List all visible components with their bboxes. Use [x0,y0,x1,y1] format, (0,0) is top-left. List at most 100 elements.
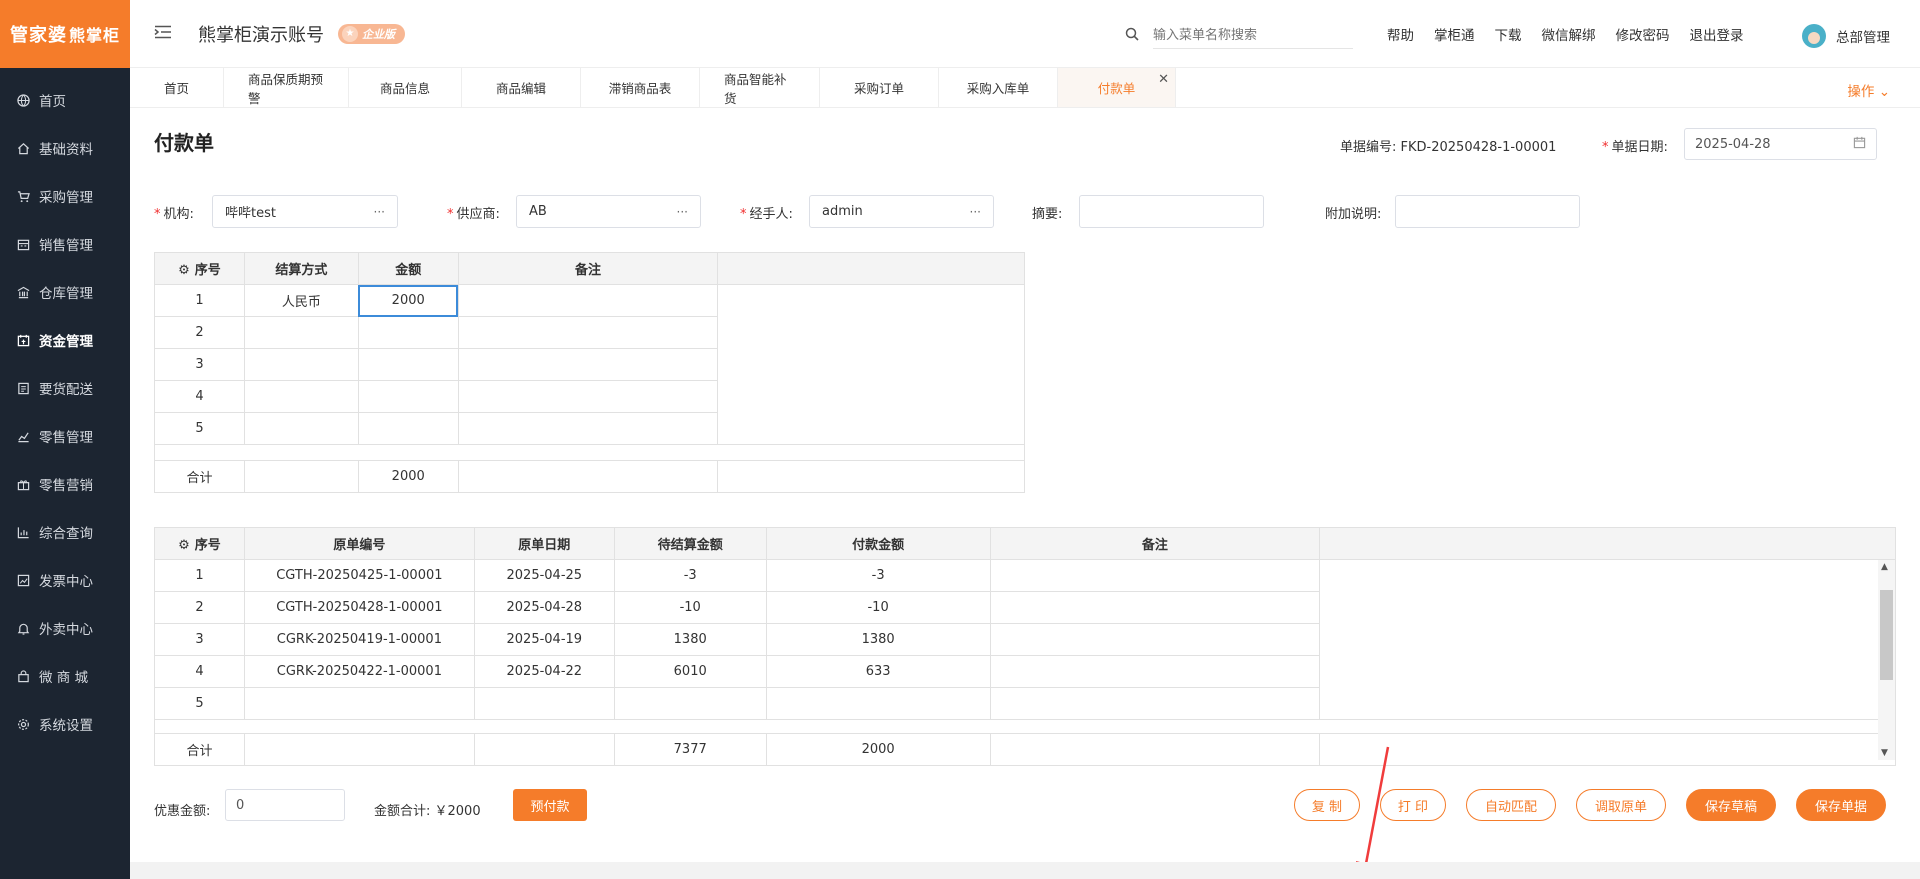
scrollbar-thumb[interactable] [1880,590,1893,680]
settle-method-cell[interactable] [243,412,359,445]
table-row[interactable]: 1 CGTH-20250425-1-00001 2025-04-25 -3 -3 [154,559,1896,592]
prepay-button[interactable]: 预付款 [513,789,587,821]
sidebar-item-sales[interactable]: 销售管理 [0,220,130,268]
table-row[interactable]: 2 [154,316,1025,349]
sidebar-item-takeout[interactable]: 外卖中心 [0,604,130,652]
tab-smart-restock[interactable]: 商品智能补货 [700,68,820,107]
help-link[interactable]: 帮助 [1387,24,1414,44]
column-header[interactable]: ⚙ 序号 [154,252,245,285]
table-row[interactable]: 5 [154,687,1896,720]
tab-slow-moving[interactable]: 滞销商品表 [581,68,700,107]
sidebar-item-warehouse[interactable]: 仓库管理 [0,268,130,316]
more-icon[interactable]: ··· [677,205,688,219]
sidebar-item-query[interactable]: 综合查询 [0,508,130,556]
more-icon[interactable]: ··· [970,205,981,219]
change-password-link[interactable]: 修改密码 [1616,24,1670,44]
table-row[interactable]: 4 CGRK-20250422-1-00001 2025-04-22 6010 … [154,655,1896,688]
download-link[interactable]: 下载 [1495,24,1522,44]
zhanggui-link[interactable]: 掌柜通 [1434,24,1475,44]
source-code-cell[interactable]: CGTH-20250428-1-00001 [243,591,475,624]
gear-icon[interactable]: ⚙ [178,538,190,553]
source-code-cell[interactable]: CGTH-20250425-1-00001 [243,559,475,592]
pay-amount-cell[interactable]: -10 [765,591,991,624]
table-row[interactable]: 3 [154,348,1025,381]
close-icon[interactable]: ✕ [1158,72,1169,87]
org-field[interactable]: 哔哔test ··· [212,195,398,228]
tab-product-info[interactable]: 商品信息 [349,68,462,107]
table-row[interactable]: 2 CGTH-20250428-1-00001 2025-04-28 -10 -… [154,591,1896,624]
handler-field[interactable]: admin ··· [809,195,994,228]
table-row[interactable]: 3 CGRK-20250419-1-00001 2025-04-19 1380 … [154,623,1896,656]
remark-cell[interactable] [989,623,1321,656]
column-header[interactable]: ⚙ 序号 [154,527,245,560]
logout-link[interactable]: 退出登录 [1690,24,1744,44]
remark-cell[interactable] [457,348,719,381]
column-header: 付款金额 [765,527,991,560]
source-code-cell[interactable]: CGRK-20250422-1-00001 [243,655,475,688]
tab-payment[interactable]: 付款单 ✕ [1058,68,1176,107]
tab-product-edit[interactable]: 商品编辑 [462,68,581,107]
amount-cell[interactable] [357,316,459,349]
amount-cell[interactable] [357,348,459,381]
sidebar-item-delivery[interactable]: 要货配送 [0,364,130,412]
wechat-unbind-link[interactable]: 微信解绑 [1542,24,1596,44]
scroll-up-icon[interactable]: ▲ [1881,562,1888,572]
pay-amount-cell[interactable] [765,687,991,720]
tab-purchase-order[interactable]: 采购订单 [820,68,939,107]
sidebar-item-funds[interactable]: 资金管理 [0,316,130,364]
save-draft-button[interactable]: 保存草稿 [1686,789,1776,821]
tab-operations-menu[interactable]: 操作 ⌄ [1847,80,1890,100]
scroll-down-icon[interactable]: ▼ [1881,748,1888,758]
summary-field[interactable] [1079,195,1264,228]
amount-cell[interactable] [357,380,459,413]
doc-date-picker[interactable]: 2025-04-28 [1684,128,1877,160]
settle-method-cell[interactable] [243,348,359,381]
extra-note-field[interactable] [1395,195,1580,228]
remark-cell[interactable] [989,591,1321,624]
sidebar-item-basic-data[interactable]: 基础资料 [0,124,130,172]
tab-purchase-receipt[interactable]: 采购入库单 [939,68,1058,107]
sidebar-item-invoice[interactable]: 发票中心 [0,556,130,604]
remark-cell[interactable] [457,316,719,349]
tab-shelf-life-alert[interactable]: 商品保质期预警 [224,68,349,107]
user-menu[interactable]: 总部管理 [1802,24,1890,48]
pending-amount-cell: -3 [613,559,767,592]
remark-cell[interactable] [989,655,1321,688]
remark-cell[interactable] [989,559,1321,592]
sidebar-item-settings[interactable]: 系统设置 [0,700,130,748]
amount-cell[interactable]: 2000 [357,284,459,317]
amount-cell[interactable] [357,412,459,445]
remark-cell[interactable] [457,412,719,445]
auto-match-button[interactable]: 自动匹配 [1466,789,1556,821]
more-icon[interactable]: ··· [374,205,385,219]
supplier-field[interactable]: AB ··· [516,195,701,228]
remark-cell[interactable] [989,687,1321,720]
fetch-source-button[interactable]: 调取原单 [1576,789,1666,821]
gear-icon[interactable]: ⚙ [178,263,190,278]
table-row[interactable]: 4 [154,380,1025,413]
save-doc-button[interactable]: 保存单据 [1796,789,1886,821]
tab-home[interactable]: 首页 [130,68,224,107]
table-scrollbar[interactable]: ▲ ▼ [1878,560,1895,760]
settle-method-cell[interactable]: 人民币 [243,284,359,317]
settle-method-cell[interactable] [243,380,359,413]
table-row[interactable]: 5 [154,412,1025,445]
pay-amount-cell[interactable]: -3 [765,559,991,592]
menu-toggle-icon[interactable] [154,25,174,43]
search-icon[interactable] [1125,27,1141,45]
settle-method-cell[interactable] [243,316,359,349]
sidebar-item-purchase[interactable]: 采购管理 [0,172,130,220]
sidebar-item-mall[interactable]: 微 商 城 [0,652,130,700]
remark-cell[interactable] [457,284,719,317]
pay-amount-cell[interactable]: 633 [765,655,991,688]
source-code-cell[interactable]: CGRK-20250419-1-00001 [243,623,475,656]
remark-cell[interactable] [457,380,719,413]
sidebar-item-retail-marketing[interactable]: 零售营销 [0,460,130,508]
menu-search-input[interactable] [1153,23,1353,49]
sidebar-item-home[interactable]: 首页 [0,76,130,124]
sidebar-item-retail[interactable]: 零售管理 [0,412,130,460]
discount-input[interactable]: 0 [225,789,345,821]
pay-amount-cell[interactable]: 1380 [765,623,991,656]
table-row[interactable]: 1 人民币 2000 [154,284,1025,317]
source-code-cell[interactable] [243,687,475,720]
